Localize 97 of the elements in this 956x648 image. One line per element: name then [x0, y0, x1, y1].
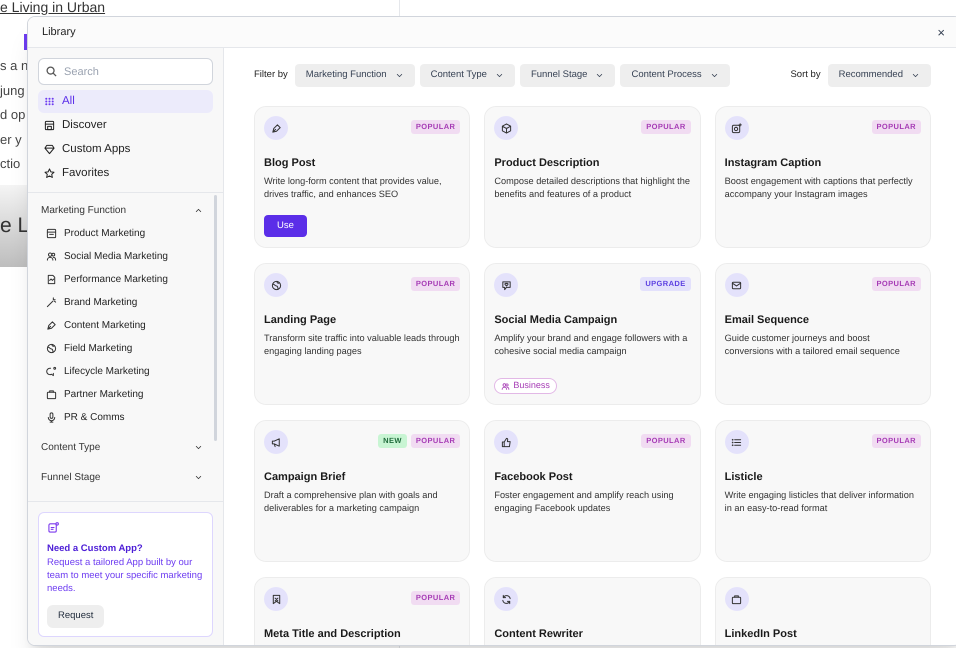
card-title: Blog Post — [264, 156, 316, 171]
diamond-icon — [44, 144, 55, 155]
card-description: Guide customer journeys and boost conversions with a tailored email sequence — [724, 332, 901, 358]
filter-item[interactable]: Brand Marketing — [41, 291, 203, 314]
grid-icon — [44, 96, 55, 107]
nav-item[interactable]: Favorites — [38, 162, 213, 185]
megaphone-icon — [270, 436, 282, 448]
storefront-icon — [46, 228, 57, 239]
paragraph-line: er y — [0, 130, 22, 149]
nav-item[interactable]: Discover — [38, 114, 213, 137]
chat-bubble-icon — [46, 366, 57, 377]
card-description: Draft a comprehensive plan with goals and deliverables for a marketing campaign — [264, 488, 439, 514]
paragraph-line: d op — [0, 106, 26, 124]
filter-item[interactable]: Social Media Marketing — [41, 245, 203, 268]
promo-title: Need a Custom App? — [47, 542, 144, 556]
card-title: Listicle — [724, 470, 764, 485]
chevron-down-icon — [595, 71, 604, 80]
dialog-title: Library — [42, 24, 76, 40]
card-title: Product Description — [494, 156, 600, 171]
sort-dropdown[interactable]: Recommended — [828, 64, 931, 87]
card-description: Compose detailed descriptions that highlight the benefits and features of a product — [494, 174, 691, 200]
pen-nib-icon — [46, 320, 57, 331]
close-button[interactable]: × — [937, 26, 945, 38]
article-heading: e Living in Urban — [0, 0, 106, 15]
chevron-down-icon — [494, 71, 504, 80]
filter-dropdown[interactable]: Content Type — [420, 64, 515, 87]
briefcase-icon — [731, 594, 742, 604]
users-icon — [46, 251, 57, 262]
section-header[interactable]: Funnel Stage — [41, 466, 203, 489]
nav-item[interactable]: Custom Apps — [38, 138, 213, 161]
search-icon — [46, 66, 57, 77]
card-description: Write long-form content that provides value, drives traffic, and enhances SEO — [264, 174, 443, 200]
magic-wand-icon — [46, 297, 57, 308]
section-header[interactable]: Marketing Function — [41, 199, 203, 222]
card-description: Write engaging listicles that deliver information in an easy-to-read format — [724, 488, 915, 514]
card-title: Meta Title and Description — [264, 627, 402, 642]
filter-item[interactable]: Partner Marketing — [41, 383, 203, 406]
accent-bar — [24, 34, 27, 50]
section-header[interactable]: Content Type — [41, 436, 203, 459]
chevron-down-icon — [911, 71, 920, 80]
chevron-down-icon — [194, 443, 203, 452]
chat-heart-icon — [500, 280, 512, 290]
filter-item[interactable]: Content Marketing — [41, 314, 203, 337]
card-title: Facebook Post — [494, 470, 574, 485]
globe-icon — [46, 343, 57, 354]
sort-label: Sort by — [790, 68, 821, 82]
star-icon — [44, 168, 55, 179]
plan-tag: Business — [494, 378, 557, 394]
promo-text: Request a tailored App built by our team to meet your specific marketing needs. — [47, 556, 204, 595]
filter-item[interactable]: PR & Comms — [41, 406, 203, 429]
card-title: Landing Page — [264, 313, 338, 328]
search-field[interactable]: Search — [38, 58, 213, 85]
filter-item[interactable]: Field Marketing — [41, 337, 203, 360]
users-icon — [501, 382, 510, 390]
thumbs-up-icon — [500, 436, 512, 448]
card-title: Email Sequence — [724, 313, 810, 328]
chevron-down-icon — [194, 473, 203, 482]
camera-plus-icon — [731, 122, 742, 134]
filter-label: Filter by — [254, 68, 288, 82]
filter-dropdown[interactable]: Marketing Function — [294, 64, 415, 87]
card-title: LinkedIn Post — [724, 627, 798, 642]
microphone-icon — [46, 412, 57, 423]
use-button[interactable]: Use — [264, 215, 307, 237]
template-card[interactable]: Content Rewriter — [484, 577, 701, 645]
card-title: Social Media Campaign — [494, 313, 618, 328]
nav-item[interactable]: All — [38, 90, 213, 113]
filter-item[interactable]: Lifecycle Marketing — [41, 360, 203, 383]
filter-dropdown[interactable]: Funnel Stage — [520, 64, 616, 87]
template-card[interactable]: LinkedIn Post — [714, 577, 931, 645]
refresh-icon — [500, 594, 512, 604]
globe-icon — [270, 280, 282, 290]
storefront-icon — [44, 120, 55, 131]
paragraph-line: ctio — [0, 155, 20, 173]
app-request-icon — [48, 522, 59, 533]
document-icon — [46, 274, 57, 285]
scrollbar[interactable] — [214, 195, 217, 441]
card-description: Boost engagement with captions that perfectly accompany your Instagram images — [724, 174, 914, 200]
paragraph-line: jung — [0, 82, 25, 100]
card-description: Transform site traffic into valuable leads through engaging landing pages — [264, 332, 460, 358]
envelope-icon — [731, 280, 742, 290]
pen-nib-icon — [270, 122, 282, 134]
request-button[interactable]: Request — [47, 605, 104, 628]
chevron-down-icon — [710, 71, 719, 80]
card-title: Campaign Brief — [264, 470, 346, 485]
filter-item[interactable]: Performance Marketing — [41, 268, 203, 291]
chevron-up-icon — [194, 206, 203, 215]
card-description: Amplify your brand and engage followers with a cohesive social media campaign — [494, 332, 688, 358]
card-description: Foster engagement and amplify reach using engaging Facebook updates — [494, 488, 675, 514]
card-title: Instagram Caption — [724, 156, 822, 171]
cube-icon — [500, 122, 512, 134]
briefcase-icon — [46, 389, 57, 400]
card-title: Content Rewriter — [494, 627, 584, 642]
bookmark-icon — [270, 594, 282, 604]
filter-dropdown[interactable]: Content Process — [620, 64, 730, 87]
chevron-down-icon — [394, 71, 404, 80]
filter-item[interactable]: Product Marketing — [41, 222, 203, 245]
list-icon — [731, 436, 742, 448]
